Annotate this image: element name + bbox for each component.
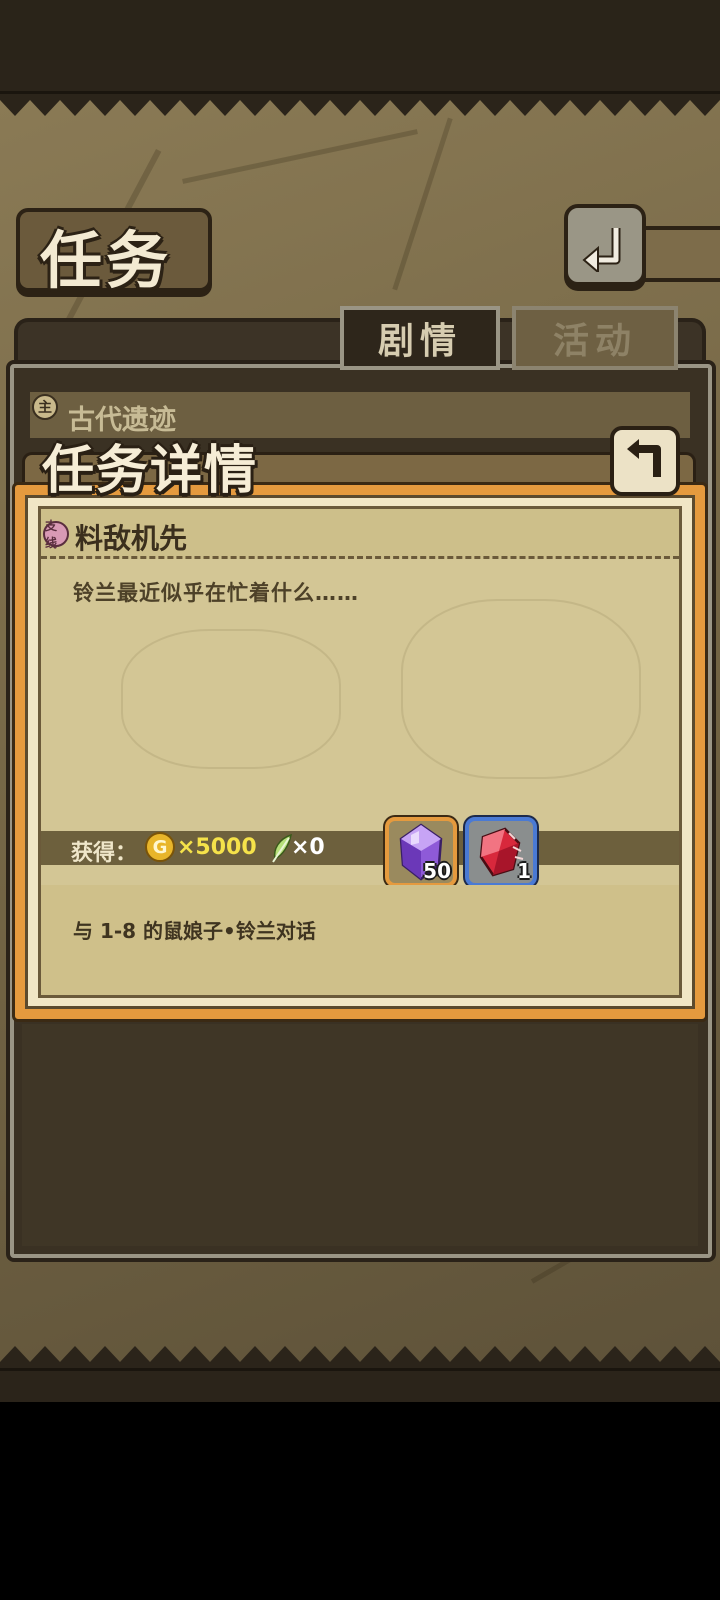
reward-item-shard[interactable]: 1 xyxy=(465,817,537,887)
tab-event[interactable]: 活动 xyxy=(512,306,678,370)
return-arrow-icon xyxy=(582,228,621,272)
reward-strip: 获得： G ×5000 ×0 xyxy=(41,831,679,866)
quest-objective: 与 1-8 的鼠娘子•铃兰对话 xyxy=(73,919,316,943)
quest-description: 铃兰最近似乎在忙着什么…… xyxy=(73,581,359,605)
back-button-extension xyxy=(640,226,720,282)
detail-paper: 支线 料敌机先 铃兰最近似乎在忙着什么…… 获得： G ×5000 ×0 50 … xyxy=(38,506,682,998)
back-button[interactable] xyxy=(564,204,646,286)
list-empty-area xyxy=(22,1024,698,1246)
item-count: 1 xyxy=(517,859,531,883)
objective-area: 与 1-8 的鼠娘子•铃兰对话 xyxy=(41,885,679,995)
feather-amount: ×0 xyxy=(291,835,325,860)
gold-amount: ×5000 xyxy=(177,835,257,860)
detail-close-button[interactable] xyxy=(610,426,680,496)
side-quest-badge: 支线 xyxy=(43,519,69,550)
page-title: 任务 xyxy=(40,224,173,297)
gold-coin-icon: G xyxy=(145,832,175,862)
reward-item-gem[interactable]: 50 xyxy=(385,817,457,887)
detail-inner-frame: 支线 料敌机先 铃兰最近似乎在忙着什么…… 获得： G ×5000 ×0 50 … xyxy=(25,495,695,1009)
map-sketch xyxy=(121,629,341,769)
zigzag-edge-bottom xyxy=(0,1346,720,1368)
quest-name: 料敌机先 xyxy=(75,522,188,555)
bottom-border xyxy=(0,1368,720,1402)
map-sketch xyxy=(401,599,641,779)
return-arrow-icon xyxy=(627,439,661,477)
top-border xyxy=(0,60,720,94)
reward-label: 获得： xyxy=(71,841,138,866)
map-line xyxy=(392,117,453,291)
item-count: 50 xyxy=(423,859,451,883)
map-line xyxy=(182,129,418,184)
main-quest-badge: 主 xyxy=(32,394,58,420)
quest-name-row: 支线 料敌机先 xyxy=(41,509,679,559)
tab-plot[interactable]: 剧情 xyxy=(340,306,500,370)
zigzag-edge-top xyxy=(0,94,720,116)
game-screen: 任务 剧情 活动 主 古代遗迹 任务详情 支线 料敌机先 铃兰最近似乎在忙着什么… xyxy=(0,0,720,1402)
quest-detail-dialog: 支线 料敌机先 铃兰最近似乎在忙着什么…… 获得： G ×5000 ×0 50 … xyxy=(12,482,708,1022)
detail-title: 任务详情 xyxy=(42,441,259,501)
